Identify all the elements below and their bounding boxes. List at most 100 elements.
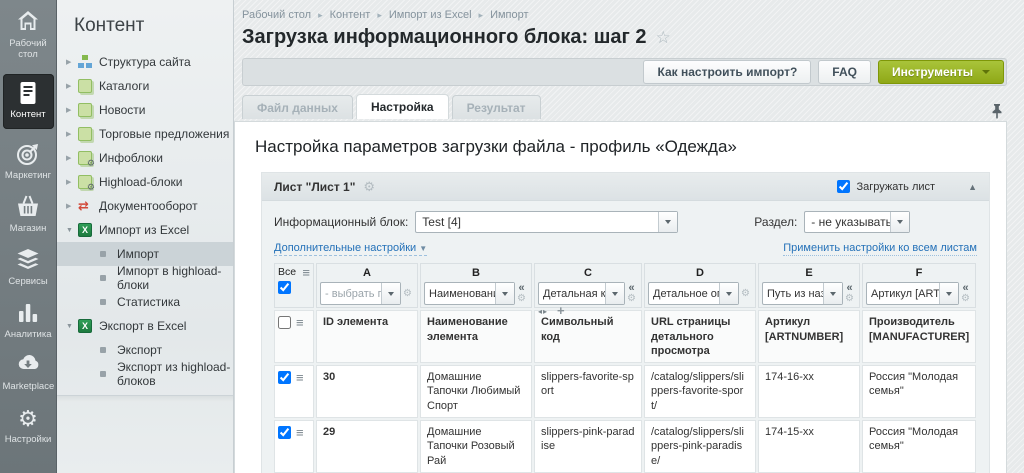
sheet-title: Лист "Лист 1" [274, 180, 355, 194]
iconbar-item-content[interactable]: Контент [3, 74, 54, 129]
sidebar-item[interactable]: Импорт в highload-блоки [57, 266, 233, 290]
header-row-checkbox[interactable] [278, 316, 291, 329]
expander-icon[interactable] [66, 203, 78, 210]
column-gear-icon[interactable]: ⚙ [845, 294, 854, 304]
column-gear-icon[interactable]: ⚙ [403, 289, 412, 299]
breadcrumb-link[interactable]: Импорт [490, 9, 528, 21]
cell-url: /catalog/slippers/slippers-pink-paradise… [644, 420, 756, 473]
menu-item-icon [78, 103, 92, 117]
iconbar-item-shop[interactable]: Магазин [3, 195, 54, 235]
chevron-down-icon [495, 283, 514, 304]
section-select[interactable]: - не указывать - [804, 211, 910, 233]
sidebar-item[interactable]: Каталоги [57, 74, 233, 98]
sidebar-item[interactable]: Импорт из Excel [57, 218, 233, 242]
menu-burger-icon[interactable]: ≡ [296, 371, 304, 384]
wizard-tabs: Файл данных Настройка Результат [242, 94, 1024, 119]
menu-burger-icon[interactable]: ≡ [296, 316, 304, 329]
column-select-row: Все ≡ A [274, 263, 977, 308]
sidebar-item[interactable]: Highload-блоки [57, 170, 233, 194]
sidebar-item[interactable]: Новости [57, 98, 233, 122]
tab[interactable]: Файл данных [242, 95, 353, 119]
apply-all-sheets-link[interactable]: Применить настройки ко всем листам [783, 242, 977, 256]
tab[interactable]: Настройка [356, 94, 449, 119]
row-checkbox[interactable] [278, 371, 291, 384]
main-area: Рабочий столКонтентИмпорт из ExcelИмпорт… [234, 0, 1024, 473]
menu-burger-icon[interactable]: ≡ [302, 266, 310, 279]
iconbar-item-marketplace[interactable]: Marketplace [3, 353, 54, 393]
select-all-checkbox[interactable] [278, 281, 291, 294]
tools-button[interactable]: Инструменты [878, 60, 1004, 84]
expander-icon[interactable] [66, 83, 78, 90]
iconbar-item-desktop[interactable]: Рабочий стол [3, 10, 54, 61]
menu-item-label: Новости [99, 103, 145, 117]
sidebar-item[interactable]: Экспорт [57, 338, 233, 362]
column-gear-icon[interactable]: ⚙ [627, 294, 636, 304]
iconbar-item-analytics[interactable]: Аналитика [3, 301, 54, 341]
toolbar: Как настроить импорт? FAQ Инструменты [242, 58, 1007, 86]
document-icon [3, 81, 54, 107]
collapse-panel-icon[interactable]: ▲ [968, 182, 977, 192]
expander-icon[interactable] [66, 227, 78, 234]
sidebar-item[interactable]: Статистика [57, 290, 233, 314]
cell-code: slippers-pink-paradise [534, 420, 642, 473]
menu-burger-icon[interactable]: ≡ [296, 426, 304, 439]
column-letter: E [762, 266, 856, 280]
home-icon [3, 10, 54, 36]
sheet-gear-icon[interactable]: ⚙ [363, 179, 375, 195]
breadcrumb: Рабочий столКонтентИмпорт из ExcelИмпорт [234, 0, 1024, 21]
menu-item-icon [100, 371, 106, 377]
sidebar-item[interactable]: Торговые предложения [57, 122, 233, 146]
expander-icon[interactable] [66, 179, 78, 186]
sidebar-item[interactable]: Документооборот [57, 194, 233, 218]
menu-item-icon [100, 347, 106, 353]
field-select[interactable]: Путь из названий р [762, 282, 843, 305]
expander-icon[interactable] [66, 323, 78, 330]
column-letter: A [320, 266, 414, 280]
breadcrumb-link[interactable]: Импорт из Excel [389, 9, 490, 21]
sidebar-item[interactable]: Экспорт в Excel [57, 314, 233, 338]
add-column-icon[interactable]: + [557, 303, 565, 320]
column-gear-icon[interactable]: ⚙ [517, 294, 526, 304]
sidebar-item[interactable]: Экспорт из highload-блоков [57, 362, 233, 386]
more-settings-link[interactable]: Дополнительные настройки▼ [274, 242, 427, 256]
field-select[interactable]: Детальное описание [648, 282, 739, 305]
expander-icon[interactable] [66, 59, 78, 66]
expander-icon[interactable] [66, 155, 78, 162]
field-select[interactable]: Детальная картинк [538, 282, 625, 305]
iblock-select[interactable]: Test [4] [415, 211, 678, 233]
breadcrumb-link[interactable]: Рабочий стол [242, 9, 330, 21]
table-row: ≡ 29 Домашние Тапочки Розовый Рай slippe… [274, 420, 977, 473]
table-row: ≡ 30 Домашние Тапочки Любимый Спорт slip… [274, 365, 977, 418]
field-select[interactable]: - выбрать поле - [320, 282, 401, 305]
column-letter: C [538, 266, 638, 280]
column-gear-icon[interactable]: ⚙ [741, 289, 750, 299]
column-gear-icon[interactable]: ⚙ [961, 294, 970, 304]
tab[interactable]: Результат [452, 95, 541, 119]
sidebar-item[interactable]: Импорт [57, 242, 233, 266]
cell-name: Домашние Тапочки Розовый Рай [420, 420, 532, 473]
sidebar-item[interactable]: Инфоблоки [57, 146, 233, 170]
field-select[interactable]: Наименование элем [424, 282, 515, 305]
move-column-icons[interactable]: ◂▸ [538, 307, 548, 317]
menu-item-icon [78, 151, 92, 165]
app-iconbar: Рабочий стол Контент Маркетинг Магазин С… [0, 0, 57, 473]
breadcrumb-link[interactable]: Контент [330, 9, 389, 21]
field-name-cell: Артикул [ARTNUMBER] [758, 310, 860, 363]
menu-item-label: Импорт из Excel [99, 223, 189, 237]
field-name-cell: ID элемента [316, 310, 418, 363]
expander-icon[interactable] [66, 107, 78, 114]
faq-button[interactable]: FAQ [818, 60, 871, 84]
row-checkbox[interactable] [278, 426, 291, 439]
sidebar-item[interactable]: Структура сайта [57, 50, 233, 74]
load-sheet-checkbox[interactable] [837, 180, 850, 193]
chevron-down-icon [982, 70, 990, 74]
expander-icon[interactable] [66, 131, 78, 138]
help-import-button[interactable]: Как настроить импорт? [643, 60, 811, 84]
field-select[interactable]: Артикул [ARTNUMBE [866, 282, 959, 305]
favorite-star-icon[interactable]: ☆ [656, 28, 671, 48]
iconbar-item-settings[interactable]: ⚙ Настройки [3, 406, 54, 446]
iconbar-item-services[interactable]: Сервисы [3, 248, 54, 288]
sidebar-divider [57, 395, 233, 436]
content-menu: Контент Структура сайта Каталоги [57, 0, 234, 473]
iconbar-item-marketing[interactable]: Маркетинг [3, 142, 54, 182]
